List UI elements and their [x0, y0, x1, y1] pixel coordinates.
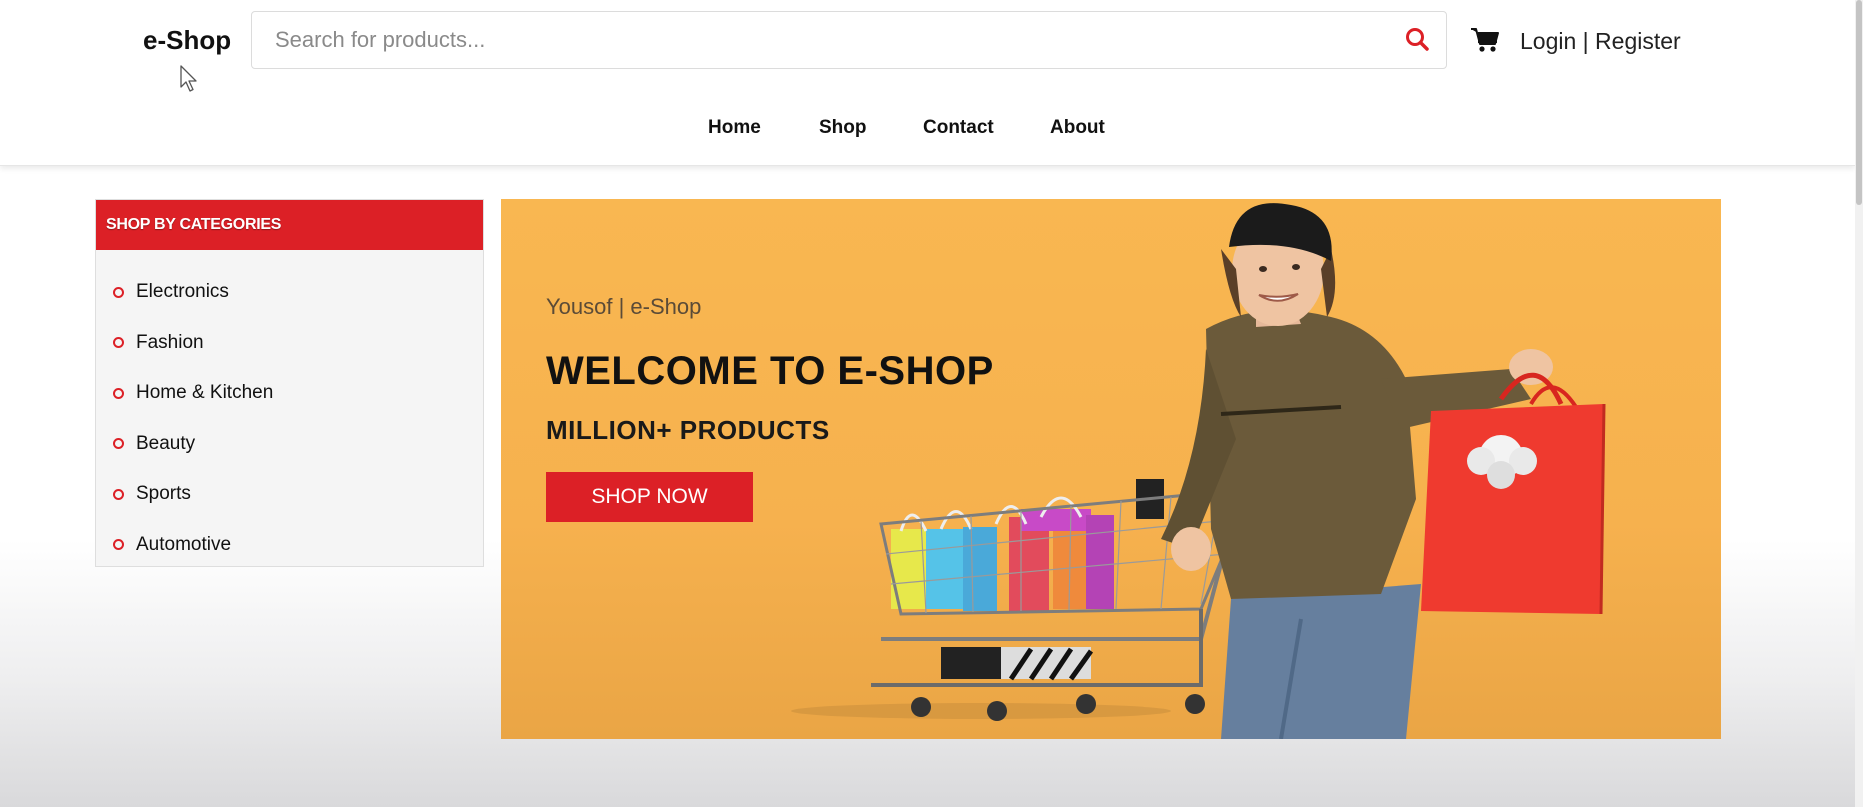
- mouse-cursor-icon: [180, 65, 197, 92]
- bullet-icon: [113, 438, 124, 450]
- auth-links: Login | Register: [1520, 28, 1681, 55]
- category-item-beauty[interactable]: Beauty: [96, 419, 483, 470]
- search-button[interactable]: [1404, 26, 1432, 54]
- category-label: Home & Kitchen: [136, 382, 274, 404]
- category-label: Electronics: [136, 281, 229, 303]
- nav-shop[interactable]: Shop: [819, 117, 867, 139]
- banner-title: WELCOME TO E-SHOP: [546, 349, 994, 393]
- search-icon: [1406, 28, 1429, 51]
- banner-subtitle: MILLION+ PRODUCTS: [546, 415, 830, 445]
- site-header: e-Shop Login | Register Ho: [0, 0, 1855, 166]
- category-item-fashion[interactable]: Fashion: [96, 318, 483, 369]
- bullet-icon: [113, 286, 124, 298]
- nav-home[interactable]: Home: [708, 117, 761, 139]
- search-bar: [251, 11, 1447, 69]
- nav-about[interactable]: About: [1050, 117, 1105, 139]
- category-label: Fashion: [136, 331, 204, 353]
- sidebar-title: SHOP BY CATEGORIES: [96, 200, 483, 250]
- main-nav: Home Shop Contact About: [0, 117, 1855, 147]
- register-link[interactable]: Register: [1595, 28, 1681, 54]
- cart-icon: [1471, 28, 1499, 52]
- category-item-automotive[interactable]: Automotive: [96, 520, 483, 571]
- page: e-Shop Login | Register Ho: [0, 0, 1863, 807]
- banner-illustration: [791, 203, 1606, 739]
- nav-contact[interactable]: Contact: [923, 117, 994, 139]
- category-item-sports[interactable]: Sports: [96, 469, 483, 520]
- category-label: Automotive: [136, 533, 232, 555]
- auth-separator: |: [1582, 28, 1589, 54]
- login-link[interactable]: Login: [1520, 28, 1576, 54]
- logo[interactable]: e-Shop: [143, 25, 231, 56]
- person-with-bag-image: [1161, 203, 1606, 739]
- shop-now-button[interactable]: SHOP NOW: [546, 472, 753, 522]
- category-label: Beauty: [136, 432, 196, 454]
- bullet-icon: [113, 337, 124, 349]
- category-item-home-kitchen[interactable]: Home & Kitchen: [96, 368, 483, 419]
- bullet-icon: [113, 387, 124, 399]
- category-list: Electronics Fashion Home & Kitchen Beaut…: [96, 250, 483, 570]
- banner-tagline: Yousof | e-Shop: [546, 294, 702, 319]
- category-label: Sports: [136, 483, 191, 505]
- category-item-electronics[interactable]: Electronics: [96, 267, 483, 318]
- page-scrollbar[interactable]: [1855, 0, 1863, 807]
- bullet-icon: [113, 488, 124, 500]
- category-sidebar: SHOP BY CATEGORIES Electronics Fashion H…: [95, 199, 484, 567]
- hero-banner: Yousof | e-Shop WELCOME TO E-SHOP MILLIO…: [501, 199, 1721, 739]
- cart-button[interactable]: [1470, 26, 1500, 54]
- search-input[interactable]: [252, 12, 1382, 68]
- scrollbar-thumb[interactable]: [1856, 0, 1862, 205]
- bullet-icon: [113, 539, 124, 551]
